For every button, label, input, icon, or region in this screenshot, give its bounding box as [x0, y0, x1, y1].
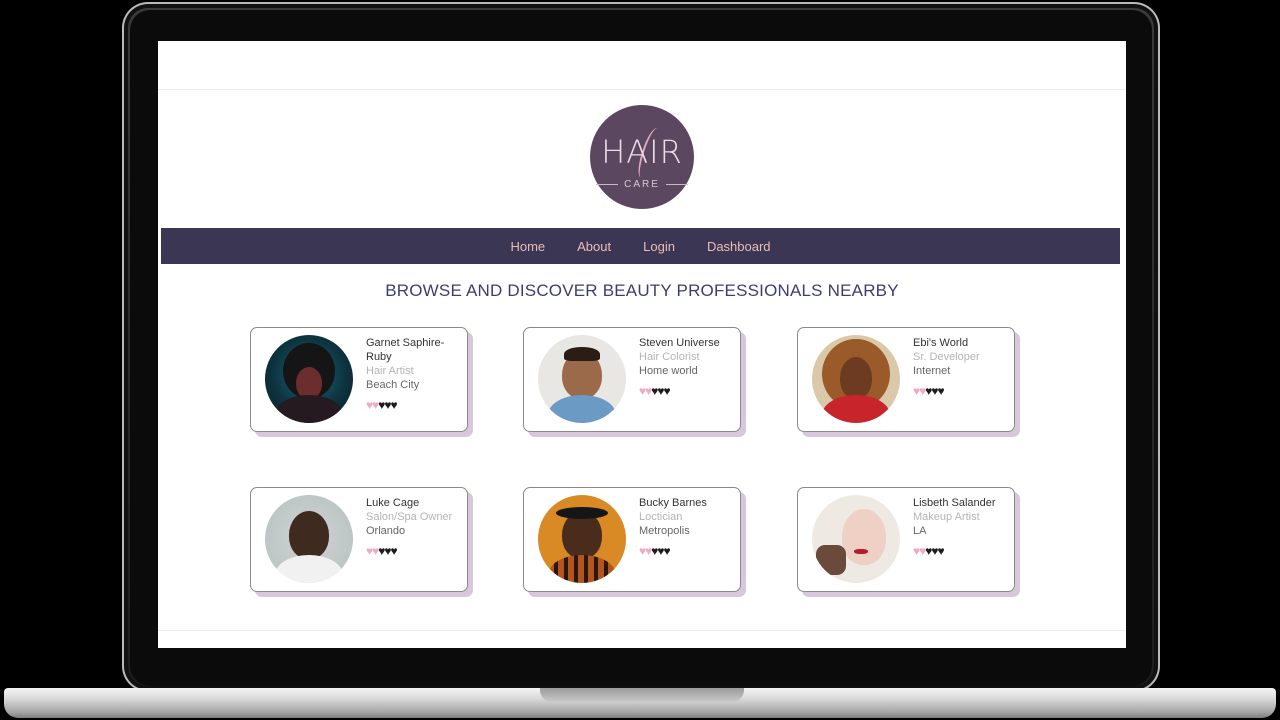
nav-login[interactable]: Login: [643, 239, 675, 254]
heart-icon: ♥: [937, 544, 945, 558]
professional-name: Bucky Barnes: [639, 497, 707, 509]
avatar: [538, 335, 626, 423]
professional-role: Salon/Spa Owner: [366, 511, 453, 523]
professional-role: Hair Artist: [366, 365, 414, 377]
professional-card[interactable]: Ebi's World Sr. Developer Internet ♥♥♥♥♥: [797, 327, 1015, 432]
avatar: [265, 495, 353, 583]
professional-card[interactable]: Steven Universe Hair Colorist Home world…: [523, 327, 741, 432]
main-nav: Home About Login Dashboard: [161, 228, 1120, 264]
professional-name: Ebi's World: [913, 337, 969, 349]
professional-role: Sr. Developer: [913, 351, 980, 363]
rating-hearts: ♥♥♥♥♥: [913, 384, 945, 398]
professional-location: Internet: [913, 365, 951, 377]
nav-dashboard[interactable]: Dashboard: [707, 239, 771, 254]
professional-card[interactable]: Lisbeth Salander Makeup Artist LA ♥♥♥♥♥: [797, 487, 1015, 592]
avatar: [812, 335, 900, 423]
logo-text: HAIR: [601, 133, 683, 171]
avatar: [265, 335, 353, 423]
professional-name: Lisbeth Salander: [913, 497, 996, 509]
logo-subtext: CARE: [590, 179, 694, 190]
laptop-notch: [540, 688, 744, 702]
heart-icon: ♥: [937, 384, 945, 398]
heart-icon: ♥: [390, 398, 398, 412]
avatar: [538, 495, 626, 583]
footer-divider: [158, 630, 1126, 631]
heart-icon: ♥: [390, 544, 398, 558]
professional-location: Beach City: [366, 379, 420, 391]
professional-name: Garnet Saphire-Ruby: [366, 337, 445, 363]
heart-icon: ♥: [663, 384, 671, 398]
page-heading: BROWSE AND DISCOVER BEAUTY PROFESSIONALS…: [385, 281, 899, 300]
professional-location: Metropolis: [639, 525, 690, 537]
rating-hearts: ♥♥♥♥♥: [366, 398, 398, 412]
professional-role: Hair Colorist: [639, 351, 700, 363]
professional-role: Makeup Artist: [913, 511, 980, 523]
rating-hearts: ♥♥♥♥♥: [639, 384, 671, 398]
professional-location: LA: [913, 525, 927, 537]
hair-care-logo[interactable]: HAIR CARE: [590, 105, 694, 209]
professional-location: Home world: [639, 365, 698, 377]
professional-card[interactable]: Bucky Barnes Loctician Metropolis ♥♥♥♥♥: [523, 487, 741, 592]
professional-name: Luke Cage: [366, 497, 420, 509]
avatar: [812, 495, 900, 583]
rating-hearts: ♥♥♥♥♥: [366, 544, 398, 558]
rating-hearts: ♥♥♥♥♥: [639, 544, 671, 558]
professional-card[interactable]: Luke Cage Salon/Spa Owner Orlando ♥♥♥♥♥: [250, 487, 468, 592]
top-bar: [158, 41, 1126, 90]
rating-hearts: ♥♥♥♥♥: [913, 544, 945, 558]
professional-name: Steven Universe: [639, 337, 720, 349]
professional-location: Orlando: [366, 525, 406, 537]
laptop-screen: HAIR CARE Home About Login Dashboard BRO…: [158, 41, 1126, 648]
nav-home[interactable]: Home: [510, 239, 545, 254]
heart-icon: ♥: [663, 544, 671, 558]
professional-card[interactable]: Garnet Saphire-Ruby Hair Artist Beach Ci…: [250, 327, 468, 432]
professional-role: Loctician: [639, 511, 683, 523]
nav-about[interactable]: About: [577, 239, 611, 254]
